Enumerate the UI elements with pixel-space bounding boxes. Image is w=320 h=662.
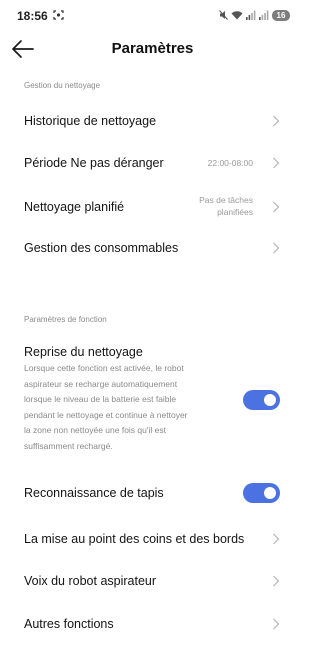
toggle-knob	[264, 394, 276, 406]
row-label: Période Ne pas déranger	[24, 156, 164, 170]
page-title: Paramètres	[111, 40, 194, 57]
chevron-right-icon	[273, 242, 280, 254]
row-label: La mise au point des coins et des bords	[24, 532, 245, 546]
chevron-right-icon	[273, 575, 280, 587]
signal-icon	[246, 10, 256, 20]
row-label: Reprise du nettoyage	[24, 345, 143, 359]
description-line: lorsque le niveau de la batterie est fai…	[24, 394, 177, 404]
status-icons: 16	[219, 9, 290, 21]
resume-cleaning-toggle[interactable]	[243, 390, 280, 410]
section-title-cleaning: Gestion du nettoyage	[24, 81, 101, 90]
row-label: Reconnaissance de tapis	[24, 486, 164, 500]
dnd-period-value: 22:00-08:00	[207, 158, 253, 168]
mute-icon	[219, 10, 228, 20]
signal-icon	[259, 10, 269, 20]
schedule-value: Pas de tâches planifiées	[199, 194, 253, 218]
row-other-functions[interactable]: Autres fonctions	[0, 607, 305, 641]
status-bar: 18:56 16	[0, 0, 305, 30]
row-robot-voice[interactable]: Voix du robot aspirateur	[0, 564, 305, 598]
row-label: Historique de nettoyage	[24, 114, 157, 128]
chevron-right-icon	[273, 157, 280, 169]
row-scheduled-cleaning[interactable]: Nettoyage planifié Pas de tâches planifi…	[0, 190, 305, 224]
status-time: 18:56	[17, 9, 48, 23]
row-corner-edge[interactable]: La mise au point des coins et des bords	[0, 522, 305, 556]
row-do-not-disturb[interactable]: Période Ne pas déranger 22:00-08:00	[0, 146, 305, 180]
toggle-knob	[264, 487, 276, 499]
screen-record-icon	[53, 10, 64, 20]
row-label: Voix du robot aspirateur	[24, 574, 157, 588]
header: Paramètres	[0, 34, 305, 64]
chevron-right-icon	[273, 115, 280, 127]
description-line: Lorsque cette fonction est activée, le r…	[24, 363, 184, 373]
wifi-icon	[231, 11, 243, 20]
row-label: Gestion des consommables	[24, 241, 179, 255]
row-label: Autres fonctions	[24, 617, 114, 631]
description-line: la zone non nettoyée une fois qu'il est	[24, 425, 166, 435]
chevron-right-icon	[273, 618, 280, 630]
schedule-value-line1: Pas de tâches	[199, 195, 253, 205]
resume-cleaning-description: Lorsque cette fonction est activée, le r…	[24, 361, 239, 454]
description-line: suffisamment rechargé.	[24, 440, 113, 451]
row-resume-cleaning: Reprise du nettoyage Lorsque cette fonct…	[0, 345, 305, 460]
row-carpet-detection: Reconnaissance de tapis	[0, 476, 305, 510]
row-consumables[interactable]: Gestion des consommables	[0, 231, 305, 265]
section-title-functions: Paramètres de fonction	[24, 315, 107, 324]
battery-icon: 16	[272, 9, 290, 21]
description-line: pendant le nettoyage et continue à netto…	[24, 409, 188, 420]
chevron-right-icon	[273, 533, 280, 545]
description-line: aspirateur se recharge automatiquement	[24, 378, 178, 389]
schedule-value-line2: planifiées	[217, 207, 253, 217]
row-label: Nettoyage planifié	[24, 200, 125, 214]
chevron-right-icon	[273, 201, 280, 213]
row-cleaning-history[interactable]: Historique de nettoyage	[0, 104, 305, 138]
carpet-detection-toggle[interactable]	[243, 483, 280, 503]
